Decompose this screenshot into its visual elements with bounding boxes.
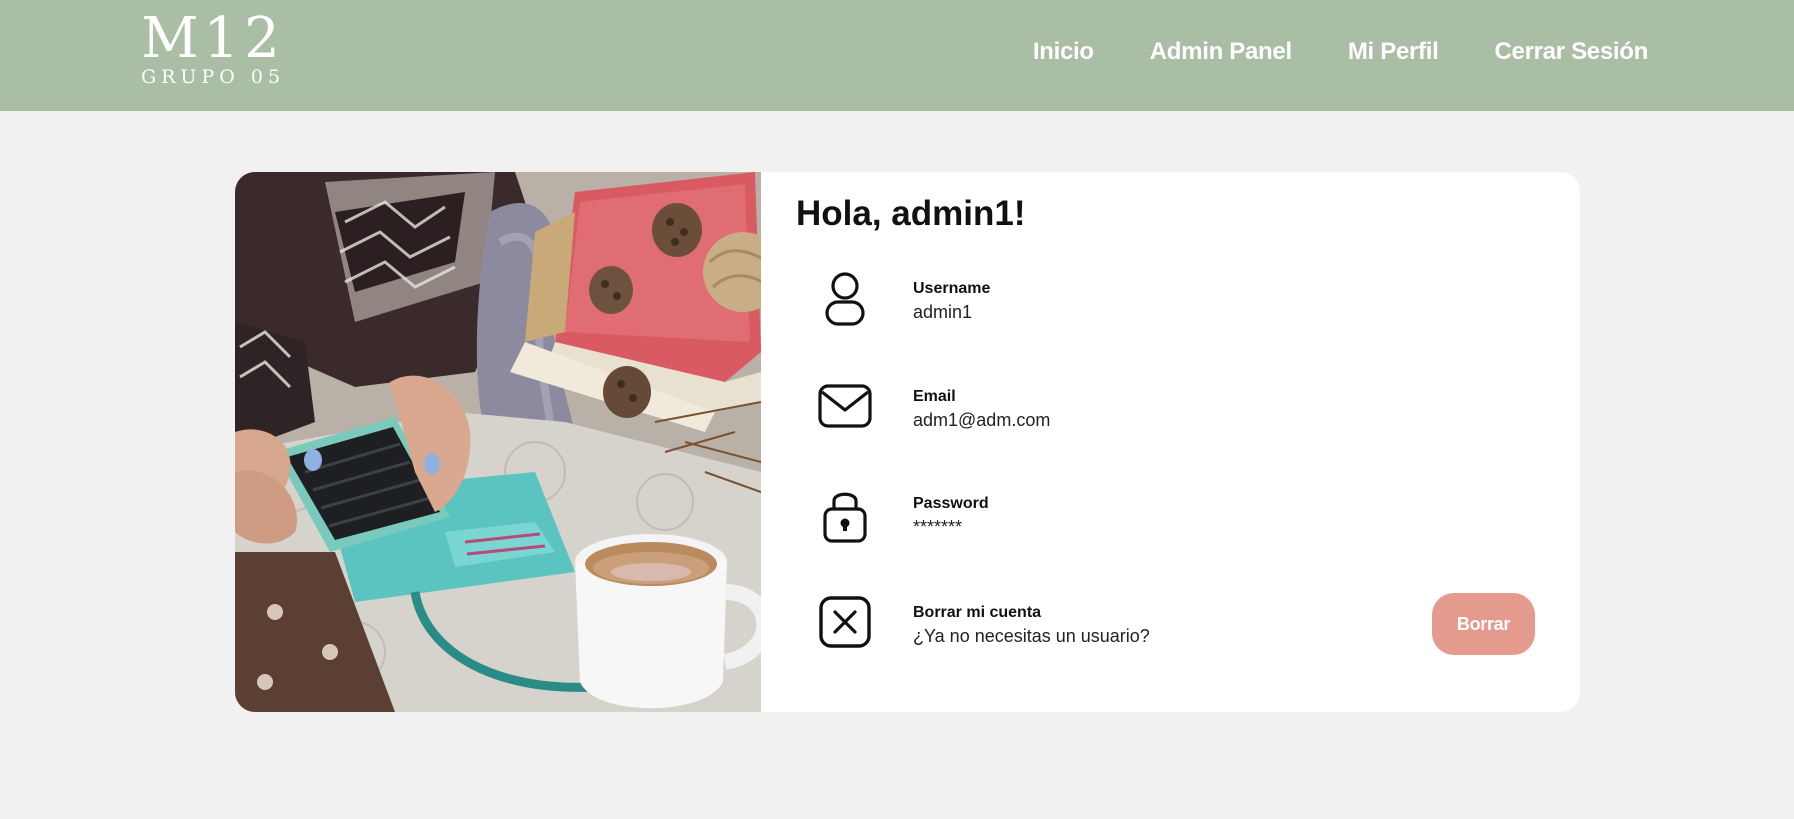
main-nav: Inicio Admin Panel Mi Perfil Cerrar Sesi… [1033,38,1648,66]
delete-account-button[interactable]: Borrar [1432,593,1535,655]
email-row: Email adm1@adm.com [761,380,1580,460]
nav-link-cerrar-sesion[interactable]: Cerrar Sesión [1494,38,1648,66]
username-row: Username admin1 [761,272,1580,352]
profile-photo [235,172,761,712]
profile-card: Hola, admin1! Username admin1 Email adm1… [235,172,1580,712]
mail-icon [816,380,874,438]
user-icon [816,272,874,330]
email-label: Email [913,388,956,405]
nav-link-admin-panel[interactable]: Admin Panel [1150,38,1292,66]
logo-subtitle: GRUPO 05 [140,66,286,88]
close-box-icon [816,595,874,653]
lock-icon [816,487,874,545]
password-label: Password [913,495,989,512]
email-value: adm1@adm.com [913,410,1051,430]
profile-content: Hola, admin1! Username admin1 Email adm1… [761,172,1580,712]
site-logo[interactable]: M12 GRUPO 05 [140,6,286,92]
nav-link-inicio[interactable]: Inicio [1033,38,1094,66]
username-label: Username [913,280,991,297]
profile-greeting: Hola, admin1! [796,194,1026,233]
password-row: Password ******* [761,487,1580,567]
username-value: admin1 [913,302,973,322]
nav-link-mi-perfil[interactable]: Mi Perfil [1348,38,1439,66]
delete-account-hint: ¿Ya no necesitas un usuario? [913,626,1150,646]
logo-title: M12 [141,6,285,71]
top-navbar: M12 GRUPO 05 Inicio Admin Panel Mi Perfi… [0,0,1794,111]
delete-account-label: Borrar mi cuenta [913,604,1042,621]
password-value: ******* [913,517,963,537]
